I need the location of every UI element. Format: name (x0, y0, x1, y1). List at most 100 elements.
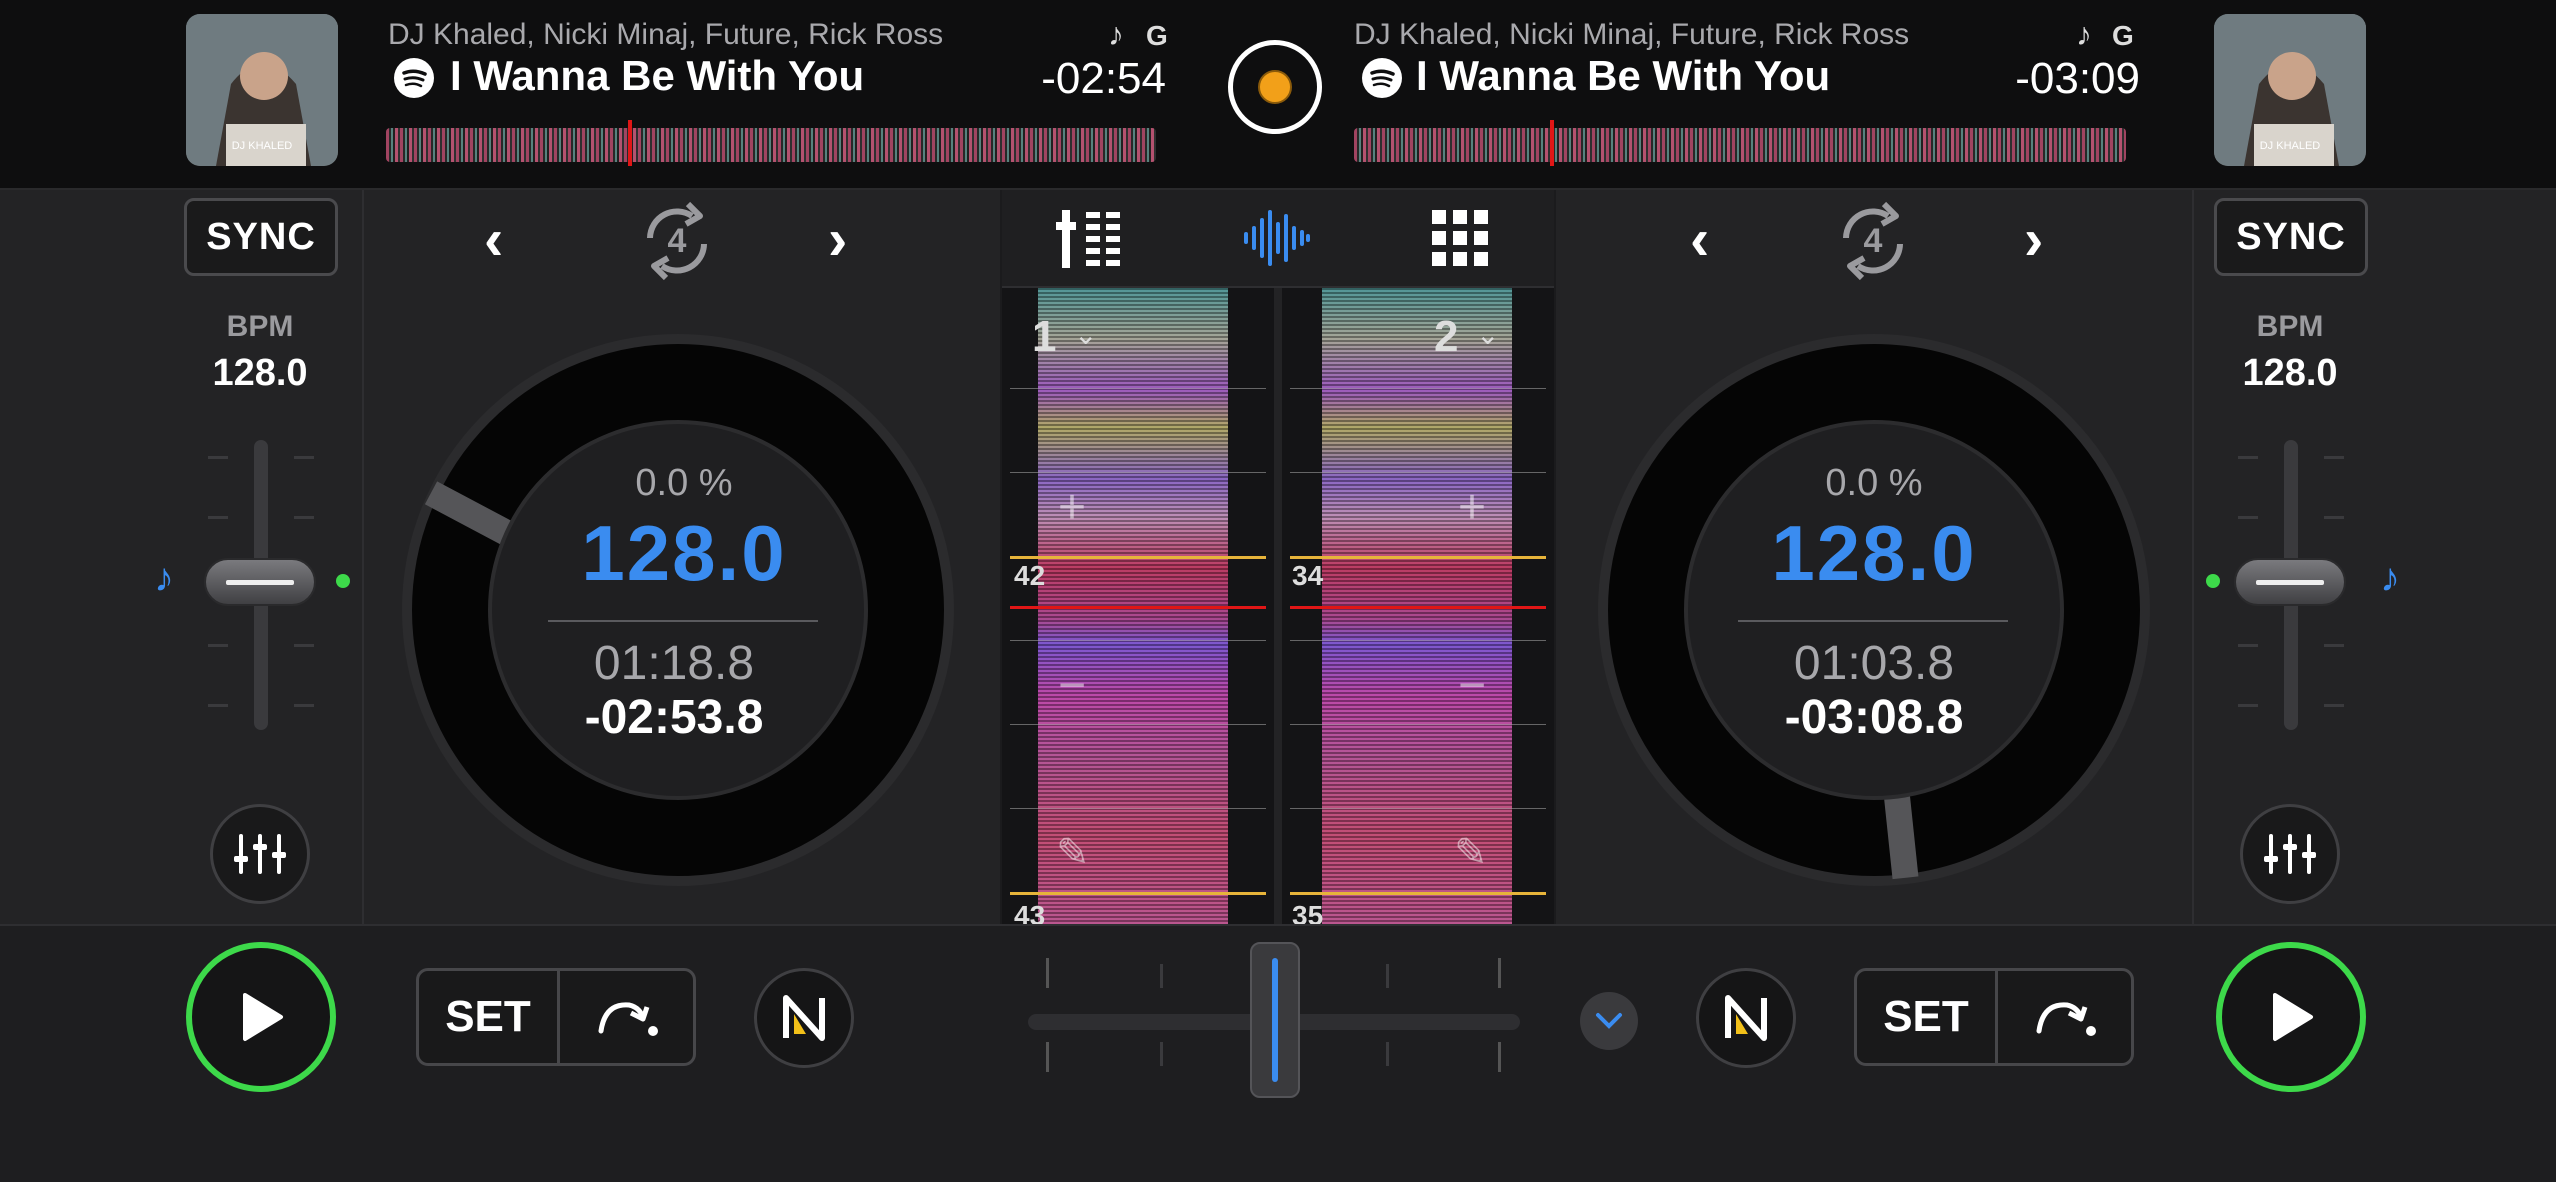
cue-jump-button-left[interactable] (560, 971, 693, 1063)
album-caption: DJ KHALED (231, 140, 293, 152)
edit-pencil-icon[interactable]: ✎ (1056, 830, 1090, 876)
music-note-icon: ♪ (2380, 556, 2400, 600)
zoom-out-icon[interactable]: − (1058, 658, 1086, 713)
edit-pencil-icon[interactable]: ✎ (1454, 830, 1488, 876)
fader-tick (2324, 704, 2344, 707)
eq-button-right[interactable] (2240, 804, 2340, 904)
crossfader-tick (1046, 1042, 1049, 1072)
fader-tick (2238, 456, 2258, 459)
deck-number-right: 2 (1434, 312, 1459, 361)
fader-tick (208, 516, 228, 519)
sliders-icon (234, 834, 286, 874)
crossfader-tick (1046, 958, 1049, 988)
loop-size-left: 4 (667, 222, 687, 260)
pitch-fader-handle-left[interactable] (204, 558, 316, 606)
waveform-view-button[interactable] (1242, 210, 1312, 266)
beat-gridline (1010, 724, 1266, 725)
fader-tick (208, 644, 228, 647)
zoom-in-icon[interactable]: + (1458, 480, 1486, 535)
play-icon (2273, 993, 2313, 1041)
jog-wheel-left[interactable] (402, 334, 954, 886)
sync-button-left[interactable]: SYNC (184, 198, 338, 276)
record-icon (1258, 70, 1292, 104)
beat-gridline (1290, 388, 1546, 389)
neural-mix-button-left[interactable] (754, 968, 854, 1068)
music-note-icon: ♪ (154, 556, 174, 600)
remaining-time-right: -03:08.8 (1784, 691, 1964, 744)
waveform-icon (1244, 210, 1310, 266)
crossfader-settings-button[interactable] (1580, 992, 1638, 1050)
neural-mix-icon (1725, 995, 1767, 1041)
chevron-down-icon: ⌄ (1476, 319, 1500, 350)
pitch-percent-left: 0.0 % (635, 462, 733, 504)
loop-prev-button-left[interactable]: ‹ (484, 206, 503, 273)
fader-tick (2324, 644, 2344, 647)
zoom-in-icon[interactable]: + (1058, 480, 1086, 535)
loop-next-button-left[interactable]: › (828, 206, 847, 273)
beat-gridline (1290, 724, 1546, 725)
music-note-icon: ♪ (1108, 16, 1124, 52)
beat-gridline (1010, 472, 1266, 473)
jog-wheel-right[interactable] (1598, 334, 2150, 886)
deck-left: ‹ 4 › 0.0 % 128.0 01:18.8 -02:53.8 (364, 190, 1000, 924)
fader-tick (294, 644, 314, 647)
pads-view-button[interactable] (1430, 208, 1490, 268)
jog-marker-left (424, 481, 514, 545)
album-art-right[interactable]: DJ KHALED (2214, 14, 2366, 166)
record-button[interactable] (1228, 40, 1322, 134)
mixer-view-button[interactable] (1056, 204, 1124, 270)
crossfader-handle[interactable] (1250, 942, 1300, 1098)
beat-gridline (1290, 808, 1546, 809)
loop-button-left[interactable]: 4 (630, 196, 724, 286)
downbeat-gridline (1290, 556, 1546, 559)
fader-tick (2238, 644, 2258, 647)
play-button-right[interactable] (2216, 942, 2366, 1092)
center-panel: 1 ⌄ + 42 − ✎ 43 2 ⌄ + 34 − ✎ 35 (1002, 190, 1554, 924)
track-title-left: I Wanna Be With You (450, 52, 865, 99)
beat-gridline (1010, 388, 1266, 389)
chevron-down-icon: ⌄ (1074, 319, 1098, 350)
set-cue-button-right[interactable]: SET (1857, 971, 1998, 1063)
track-title-right: I Wanna Be With You (1416, 52, 1831, 99)
album-caption: DJ KHALED (2259, 140, 2321, 152)
set-cue-button-left[interactable]: SET (419, 971, 560, 1063)
sync-button-right[interactable]: SYNC (2214, 198, 2368, 276)
loop-size-right: 4 (1863, 222, 1883, 260)
overview-waveform-right[interactable] (1354, 128, 2126, 162)
chevron-down-icon (1596, 1013, 1622, 1029)
overview-waveform-left[interactable] (386, 128, 1156, 162)
scrolling-waveform-right[interactable]: 2 ⌄ + 34 − ✎ 35 (1282, 288, 1554, 924)
fader-tick (208, 456, 228, 459)
cue-group-left: SET (416, 968, 696, 1066)
pitch-fader-handle-right[interactable] (2234, 558, 2346, 606)
scrolling-waveform-left[interactable]: 1 ⌄ + 42 − ✎ 43 (1002, 288, 1274, 924)
play-icon (243, 993, 283, 1041)
eq-button-left[interactable] (210, 804, 310, 904)
loop-button-right[interactable]: 4 (1826, 196, 1920, 286)
play-button-left[interactable] (186, 942, 336, 1092)
tempo-display-left: 128.0 (581, 509, 787, 597)
divider (1274, 288, 1282, 924)
pitch-percent-right: 0.0 % (1825, 462, 1923, 504)
album-art-left[interactable]: DJ KHALED (186, 14, 338, 166)
zoom-out-icon[interactable]: − (1458, 658, 1486, 713)
cue-group-right: SET (1854, 968, 2134, 1066)
left-sidebar: SYNC BPM 128.0 ♪ (0, 190, 364, 924)
time-remaining-left: -02:54 (1041, 54, 1166, 103)
neural-mix-button-right[interactable] (1696, 968, 1796, 1068)
fader-tick (208, 704, 228, 707)
top-bar: DJ KHALED DJ Khaled, Nicki Minaj, Future… (0, 0, 2556, 190)
cue-jump-button-right[interactable] (1998, 971, 2131, 1063)
spotify-icon (1362, 58, 1402, 98)
divider (1738, 620, 2008, 622)
mixer-bars-icon (1056, 208, 1120, 268)
bpm-value-left: 128.0 (212, 352, 308, 394)
loop-next-button-right[interactable]: › (2024, 206, 2043, 273)
music-note-icon: ♪ (2076, 16, 2092, 52)
beat-number-right: 34 (1292, 560, 1324, 591)
loop-prev-button-right[interactable]: ‹ (1690, 206, 1709, 273)
artist-left: DJ Khaled, Nicki Minaj, Future, Rick Ros… (388, 18, 944, 51)
divider (548, 620, 818, 622)
beat-gridline (1290, 640, 1546, 641)
crossfader-tick (1160, 1042, 1163, 1066)
